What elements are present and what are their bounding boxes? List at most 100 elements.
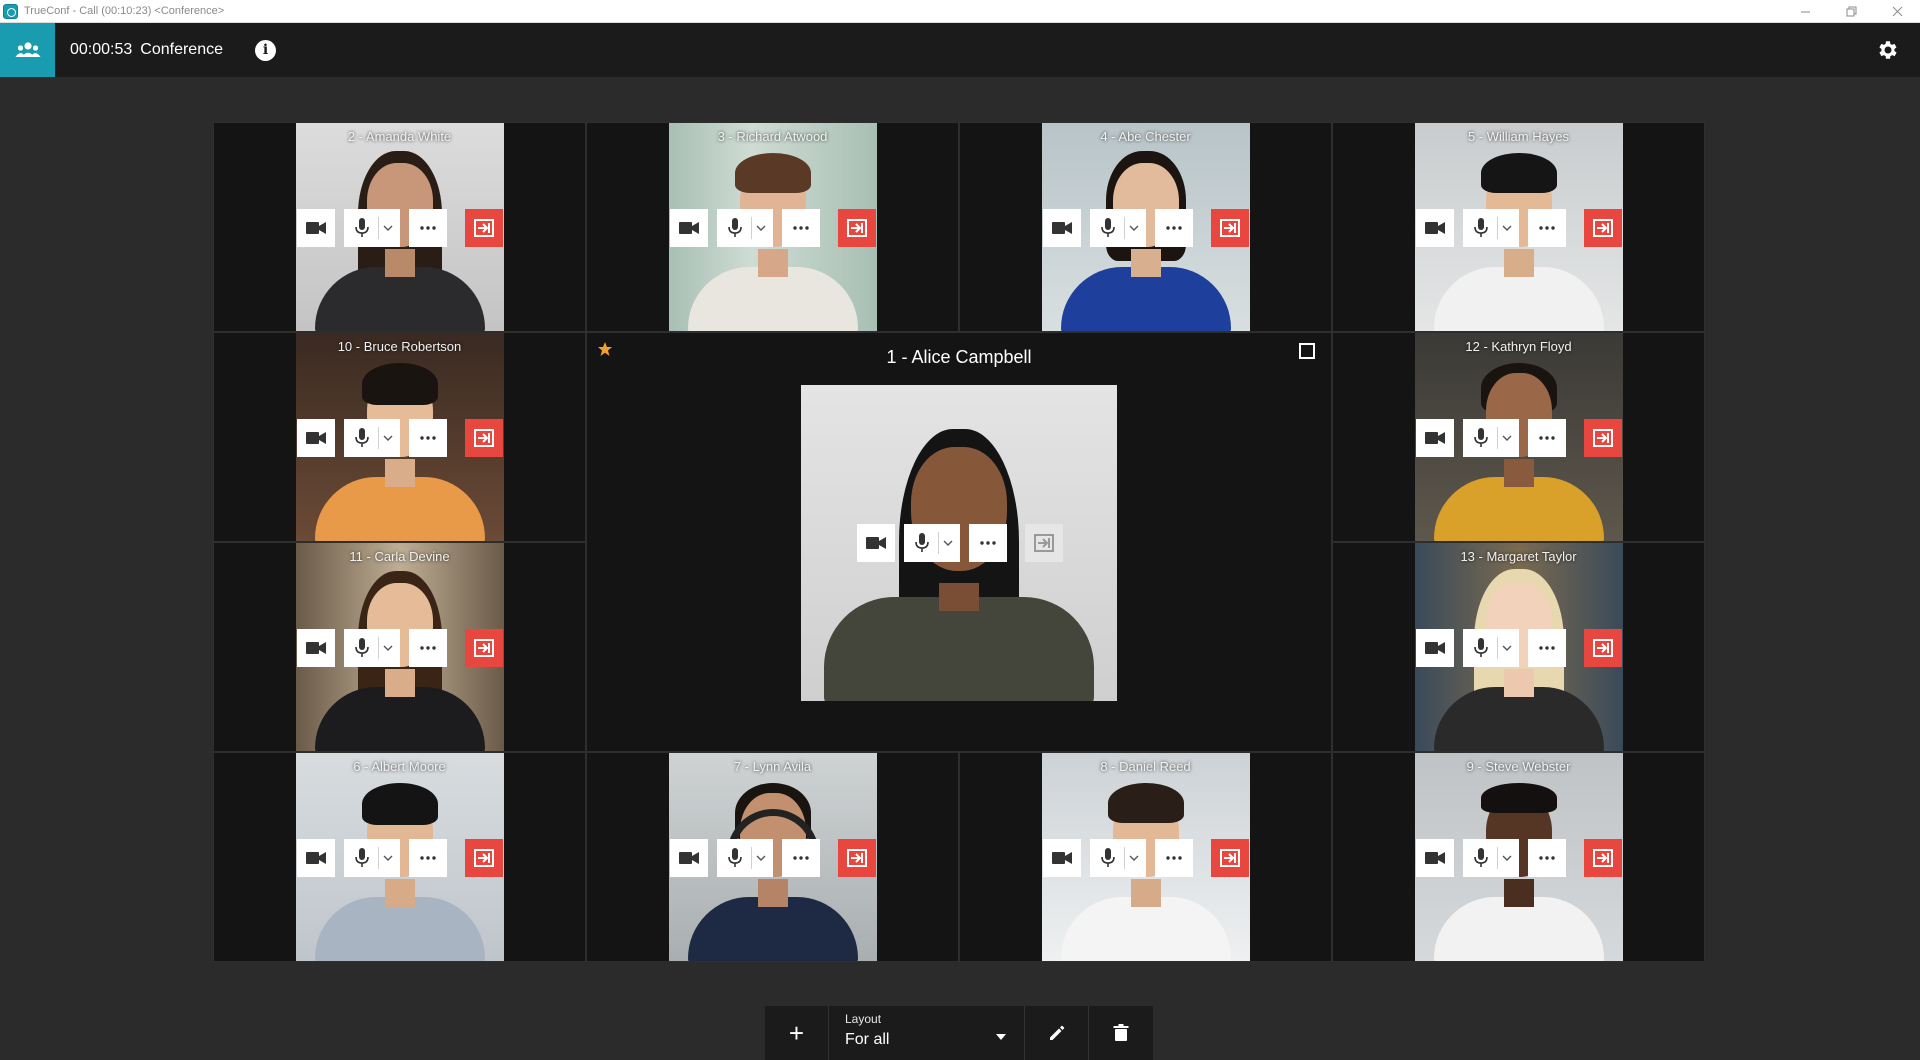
camera-button[interactable] — [1415, 419, 1454, 457]
participants-button[interactable] — [0, 23, 55, 77]
participant-name: 7 - Lynn Avila — [733, 759, 812, 774]
more-button[interactable] — [1154, 839, 1193, 877]
microphone-icon — [354, 638, 369, 657]
more-button[interactable] — [1527, 209, 1566, 247]
camera-icon — [1424, 432, 1445, 444]
kick-button[interactable] — [1583, 839, 1622, 877]
microphone-button[interactable] — [1089, 839, 1146, 877]
more-button[interactable] — [781, 839, 820, 877]
minimize-button[interactable] — [1782, 0, 1828, 23]
microphone-button[interactable] — [343, 419, 400, 457]
chevron-down-icon[interactable] — [1128, 852, 1140, 864]
camera-icon — [1424, 852, 1445, 864]
kick-button[interactable] — [837, 839, 876, 877]
chevron-down-icon[interactable] — [755, 222, 767, 234]
more-button[interactable] — [408, 629, 447, 667]
camera-button[interactable] — [1415, 209, 1454, 247]
more-button[interactable] — [781, 209, 820, 247]
camera-icon — [305, 222, 326, 234]
chevron-down-icon[interactable] — [382, 222, 394, 234]
main-participant-tile[interactable]: 1 - Alice Campbell — [586, 332, 1332, 752]
microphone-button[interactable] — [1462, 209, 1519, 247]
participant-tile[interactable]: 3 - Richard Atwood — [586, 122, 959, 332]
more-button[interactable] — [1527, 629, 1566, 667]
kick-button[interactable] — [1583, 419, 1622, 457]
microphone-button[interactable] — [1462, 839, 1519, 877]
microphone-button[interactable] — [904, 524, 960, 562]
chevron-down-icon[interactable] — [755, 852, 767, 864]
kick-button[interactable] — [1210, 209, 1249, 247]
edit-layout-button[interactable] — [1025, 1006, 1089, 1060]
chevron-down-icon[interactable] — [942, 537, 954, 549]
more-button[interactable] — [408, 209, 447, 247]
more-icon — [419, 856, 436, 860]
more-button[interactable] — [408, 839, 447, 877]
participant-tile[interactable]: 8 - Daniel Reed — [959, 752, 1332, 962]
camera-button[interactable] — [1415, 629, 1454, 667]
camera-button[interactable] — [1415, 839, 1454, 877]
kick-button[interactable] — [464, 419, 503, 457]
layout-select[interactable]: Layout For all — [829, 1006, 1025, 1060]
chevron-down-icon[interactable] — [1501, 642, 1513, 654]
participant-controls — [669, 209, 876, 247]
delete-layout-button[interactable] — [1089, 1006, 1153, 1060]
kick-button[interactable] — [464, 629, 503, 667]
close-button[interactable] — [1874, 0, 1920, 23]
camera-button[interactable] — [296, 839, 335, 877]
camera-button[interactable] — [296, 629, 335, 667]
chevron-down-icon[interactable] — [1501, 222, 1513, 234]
info-button[interactable]: i — [255, 39, 276, 61]
conference-title: Conference — [140, 41, 223, 58]
gear-icon[interactable] — [1876, 38, 1900, 62]
camera-button[interactable] — [296, 419, 335, 457]
participant-tile[interactable]: 5 - William Hayes — [1332, 122, 1705, 332]
more-button[interactable] — [1154, 209, 1193, 247]
microphone-button[interactable] — [1089, 209, 1146, 247]
kick-button[interactable] — [1210, 839, 1249, 877]
camera-button[interactable] — [669, 839, 708, 877]
microphone-button[interactable] — [343, 839, 400, 877]
participant-tile[interactable]: 7 - Lynn Avila — [586, 752, 959, 962]
kick-button[interactable] — [837, 209, 876, 247]
microphone-button[interactable] — [716, 839, 773, 877]
kick-button[interactable] — [1583, 209, 1622, 247]
more-button[interactable] — [1527, 419, 1566, 457]
kick-button[interactable] — [464, 209, 503, 247]
chevron-down-icon[interactable] — [382, 432, 394, 444]
restore-button[interactable] — [1828, 0, 1874, 23]
participant-tile[interactable]: 4 - Abe Chester — [959, 122, 1332, 332]
camera-button[interactable] — [857, 524, 895, 562]
participant-tile[interactable]: 13 - Margaret Taylor — [1332, 542, 1705, 752]
camera-button[interactable] — [296, 209, 335, 247]
microphone-button[interactable] — [716, 209, 773, 247]
participant-name: 5 - William Hayes — [1467, 129, 1570, 144]
participant-tile[interactable]: 12 - Kathryn Floyd — [1332, 332, 1705, 542]
fullscreen-toggle[interactable] — [1299, 343, 1315, 359]
more-button[interactable] — [1527, 839, 1566, 877]
microphone-button[interactable] — [343, 209, 400, 247]
chevron-down-icon[interactable] — [1501, 852, 1513, 864]
participant-tile[interactable]: 2 - Amanda White — [213, 122, 586, 332]
participant-tile[interactable]: 9 - Steve Webster — [1332, 752, 1705, 962]
camera-button[interactable] — [1042, 209, 1081, 247]
more-button[interactable] — [969, 524, 1007, 562]
participant-tile[interactable]: 6 - Albert Moore — [213, 752, 586, 962]
participant-tile[interactable]: 11 - Carla Devine — [213, 542, 586, 752]
participant-name: 13 - Margaret Taylor — [1460, 549, 1577, 564]
camera-button[interactable] — [1042, 839, 1081, 877]
camera-button[interactable] — [669, 209, 708, 247]
kick-button[interactable] — [1583, 629, 1622, 667]
microphone-button[interactable] — [343, 629, 400, 667]
info-icon: i — [262, 42, 269, 58]
participant-tile[interactable]: 10 - Bruce Robertson — [213, 332, 586, 542]
chevron-down-icon[interactable] — [382, 642, 394, 654]
add-layout-button[interactable]: + — [765, 1006, 829, 1060]
more-button[interactable] — [408, 419, 447, 457]
chevron-down-icon[interactable] — [1501, 432, 1513, 444]
microphone-button[interactable] — [1462, 629, 1519, 667]
chevron-down-icon[interactable] — [382, 852, 394, 864]
kick-button[interactable] — [464, 839, 503, 877]
layout-label: Layout — [845, 1012, 882, 1026]
microphone-button[interactable] — [1462, 419, 1519, 457]
chevron-down-icon[interactable] — [1128, 222, 1140, 234]
